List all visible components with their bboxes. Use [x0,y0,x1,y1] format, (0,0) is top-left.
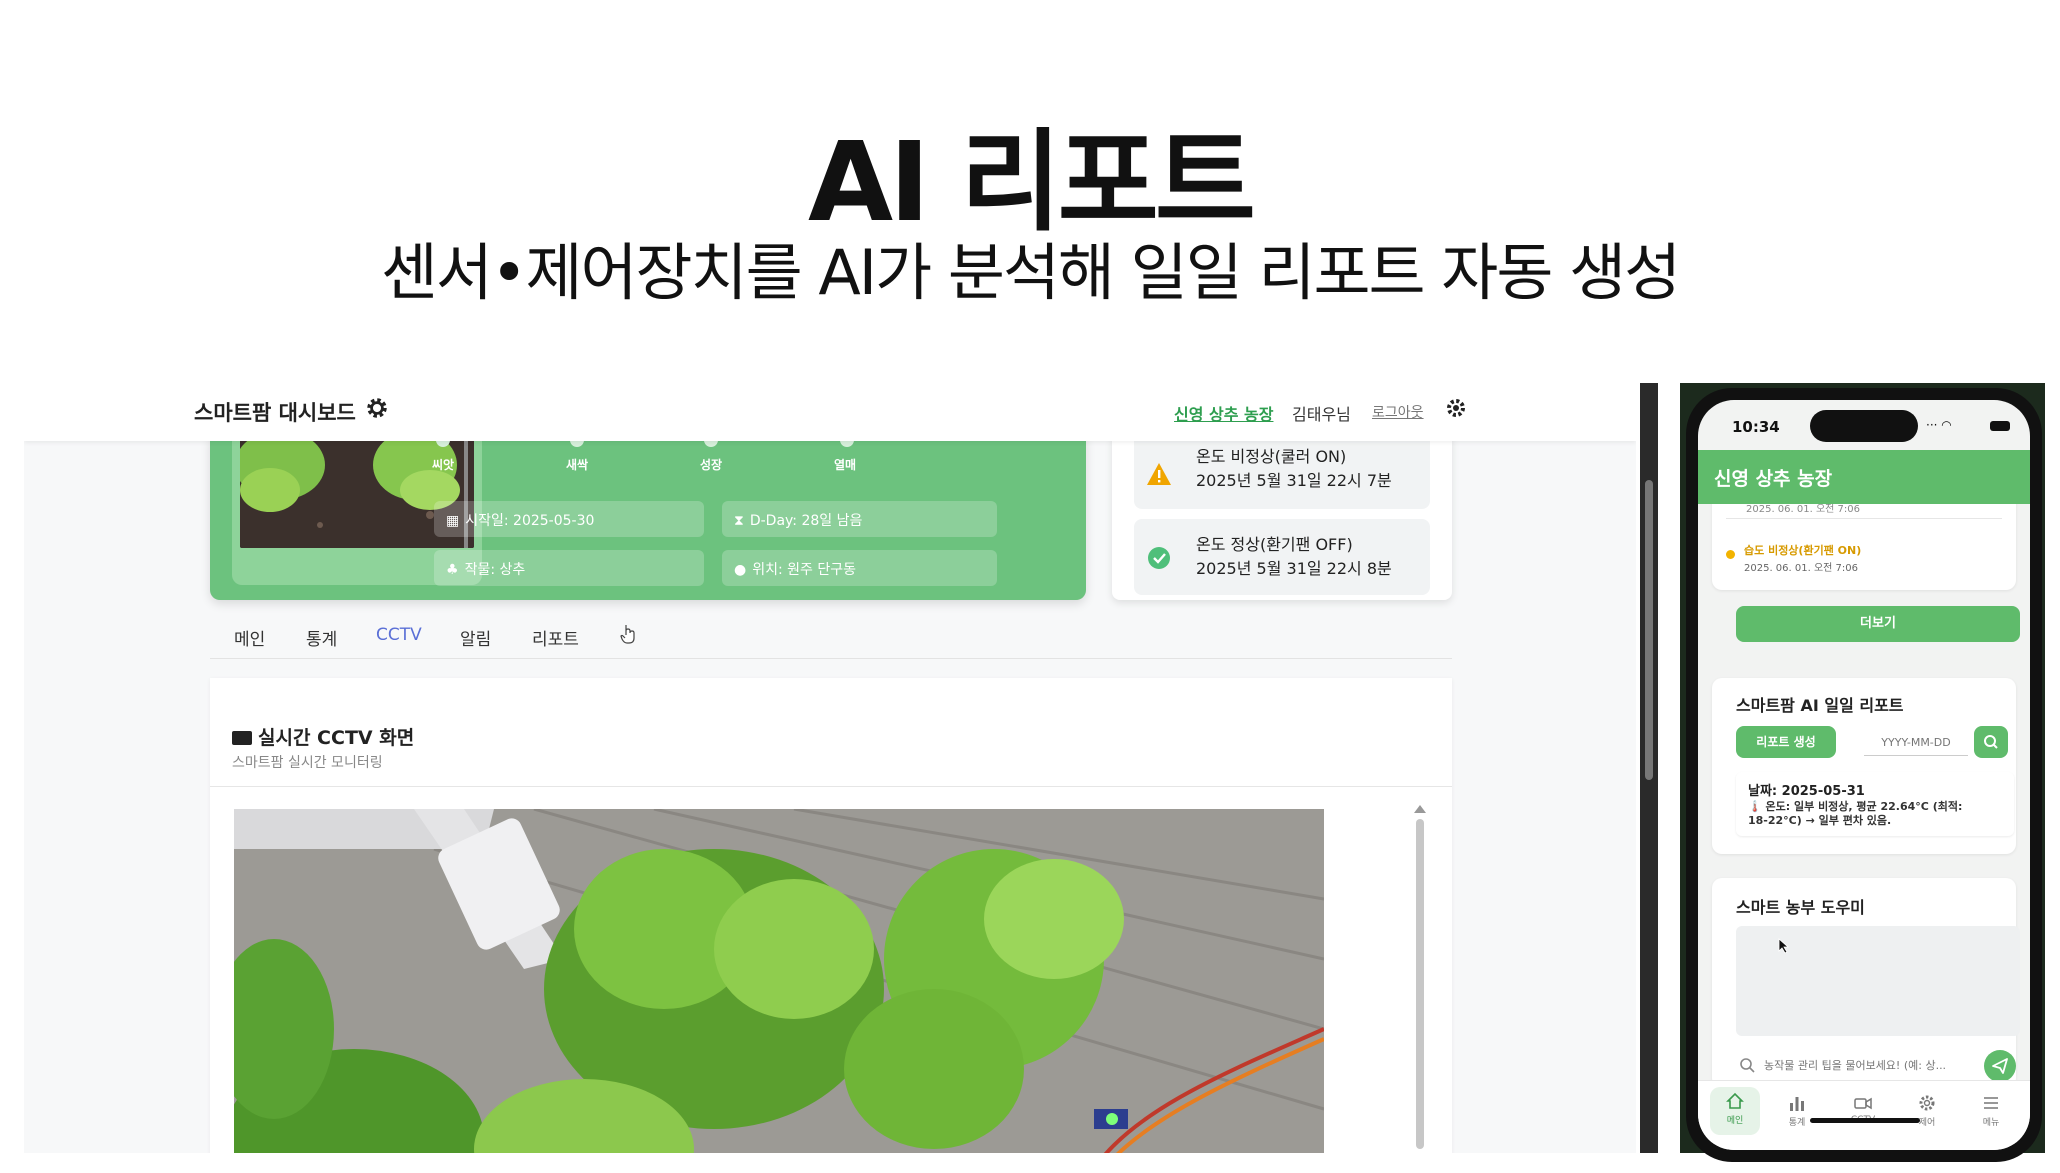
cctv-title-text: 실시간 CCTV 화면 [258,727,415,749]
main-scrollbar-thumb[interactable] [1645,480,1653,780]
check-circle-icon [1148,547,1170,569]
user-name: 김태우님 [1292,405,1351,424]
video-camera-icon [1854,1097,1872,1110]
battery-icon [1990,421,2010,431]
hourglass-icon: ⧗ [734,513,744,529]
cctv-subtitle: 스마트팜 실시간 모니터링 [232,755,383,771]
send-button[interactable] [1984,1050,2016,1082]
alert-title: 온도 정상(환기팬 OFF) [1196,535,1353,554]
home-icon [1726,1092,1744,1109]
stage-label: 새싹 [566,458,589,472]
alert-item-ok[interactable]: 온도 정상(환기팬 OFF) 2025년 5월 31일 22시 8분 [1134,519,1430,595]
app-title: 신영 상추 농장 [1714,468,1833,490]
report-date-input[interactable] [1864,730,1968,756]
tab-stats[interactable]: 통계 [306,625,337,650]
nav-item-menu[interactable]: 메뉴 [1966,1093,2016,1128]
stage-label: 열매 [834,458,857,472]
divider [210,786,1452,787]
alert-time: 2025년 5월 31일 22시 7분 [1196,471,1392,490]
start-date-chip: ▦ 시작일: 2025-05-30 [434,501,704,537]
farm-link[interactable]: 신영 상추 농장 [1174,401,1273,425]
tab-report[interactable]: 리포트 [532,625,579,650]
tab-main[interactable]: 메인 [234,625,265,650]
dashboard-title: 스마트팜 대시보드 [194,401,356,425]
crop-chip: ♣ 작물: 상추 [434,550,704,586]
app-bar: 신영 상추 농장 [1698,450,2030,504]
calendar-icon: ▦ [446,513,460,529]
cctv-title: 실시간 CCTV 화면 [232,723,414,750]
stage-label: 성장 [700,458,723,472]
desktop-dashboard: 씨앗 새싹 성장 열매 ▦ 시작일: 2025-05-30 ⧗ D-Day: 28일… [24,383,1636,1153]
hand-cursor-icon [620,625,635,644]
signal-wifi-icon: ··· ◠ [1926,418,1952,432]
bottom-nav: 메인 통계 CCTV 제어 메뉴 [1698,1080,2030,1150]
video-camera-icon [232,731,252,745]
tab-alerts[interactable]: 알림 [460,625,491,650]
stage-label: 씨앗 [432,458,455,472]
divider [1726,518,2002,519]
tab-cctv[interactable]: CCTV [376,625,422,645]
report-search-button[interactable] [1974,726,2008,758]
more-button[interactable]: 더보기 [1736,606,2020,642]
bar-chart-icon [1790,1097,1804,1111]
home-indicator [1810,1118,1920,1123]
alert-date: 2025. 06. 01. 오전 7:06 [1744,563,1859,574]
logout-link[interactable]: 로그아웃 [1372,402,1424,422]
seedling-icon: ♣ [446,562,459,578]
alert-text: 습도 비정상(환기팬 ON) [1744,544,1862,557]
gear-icon [1919,1095,1935,1111]
dynamic-island [1810,410,1918,442]
crop-text: 작물: 상추 [464,562,526,578]
location-pin-icon: ● [734,562,747,578]
alert-item-warning[interactable]: 온도 비정상(쿨러 ON) 2025년 5월 31일 22시 7분 [1134,433,1430,509]
ai-report-title: 스마트팜 AI 일일 리포트 [1736,696,1904,715]
status-time: 10:34 [1732,418,1780,436]
nav-label: 제어 [1918,1118,1936,1128]
nav-label: 메인 [1726,1116,1744,1126]
chat-input[interactable] [1736,1050,1976,1080]
alert-title: 온도 비정상(쿨러 ON) [1196,447,1347,466]
mouse-cursor-icon [1778,938,1790,954]
report-date: 날짜: 2025-05-31 [1748,784,1865,799]
dashboard-header: 스마트팜 대시보드 신영 상추 농장 김태우님 로그아웃 [24,383,1636,441]
generate-report-button[interactable]: 리포트 생성 [1736,726,1836,758]
scroll-up-arrow[interactable] [1414,805,1426,813]
search-icon [1984,735,1998,749]
nav-label: 메뉴 [1982,1118,2000,1128]
send-icon [1992,1058,2008,1074]
farmer-helper-title: 스마트 농부 도우미 [1736,898,1865,917]
nav-item-main[interactable]: 메인 [1710,1087,1760,1135]
settings-gear-icon[interactable] [1444,396,1468,420]
nav-label: 통계 [1788,1118,1806,1128]
warning-dot-icon [1726,550,1735,559]
cctv-video-feed[interactable] [234,809,1324,1153]
location-text: 위치: 원주 단구동 [752,562,856,578]
phone-screen: 10:34 ··· ◠ 2025. 06. 01. 오전 7:06 습도 비정상… [1698,400,2030,1150]
dday-chip: ⧗ D-Day: 28일 남음 [722,501,997,537]
slide-subtitle: 센서•제어장치를 AI가 분석해 일일 리포트 자동 생성 [380,236,1681,309]
location-chip: ● 위치: 원주 단구동 [722,550,997,586]
menu-icon [1984,1097,1998,1109]
start-date-text: 시작일: 2025-05-30 [465,513,595,529]
warning-icon [1147,463,1171,485]
alert-time: 2025년 5월 31일 22시 8분 [1196,559,1392,578]
chat-area [1736,926,2020,1036]
dday-text: D-Day: 28일 남음 [749,513,863,529]
report-line: 18-22°C) → 일부 편차 있음. [1748,814,1892,827]
video-scrollbar[interactable] [1416,819,1424,1149]
tab-bar: 메인 통계 CCTV 알림 리포트 [210,609,1452,659]
gear-icon[interactable] [364,395,390,421]
